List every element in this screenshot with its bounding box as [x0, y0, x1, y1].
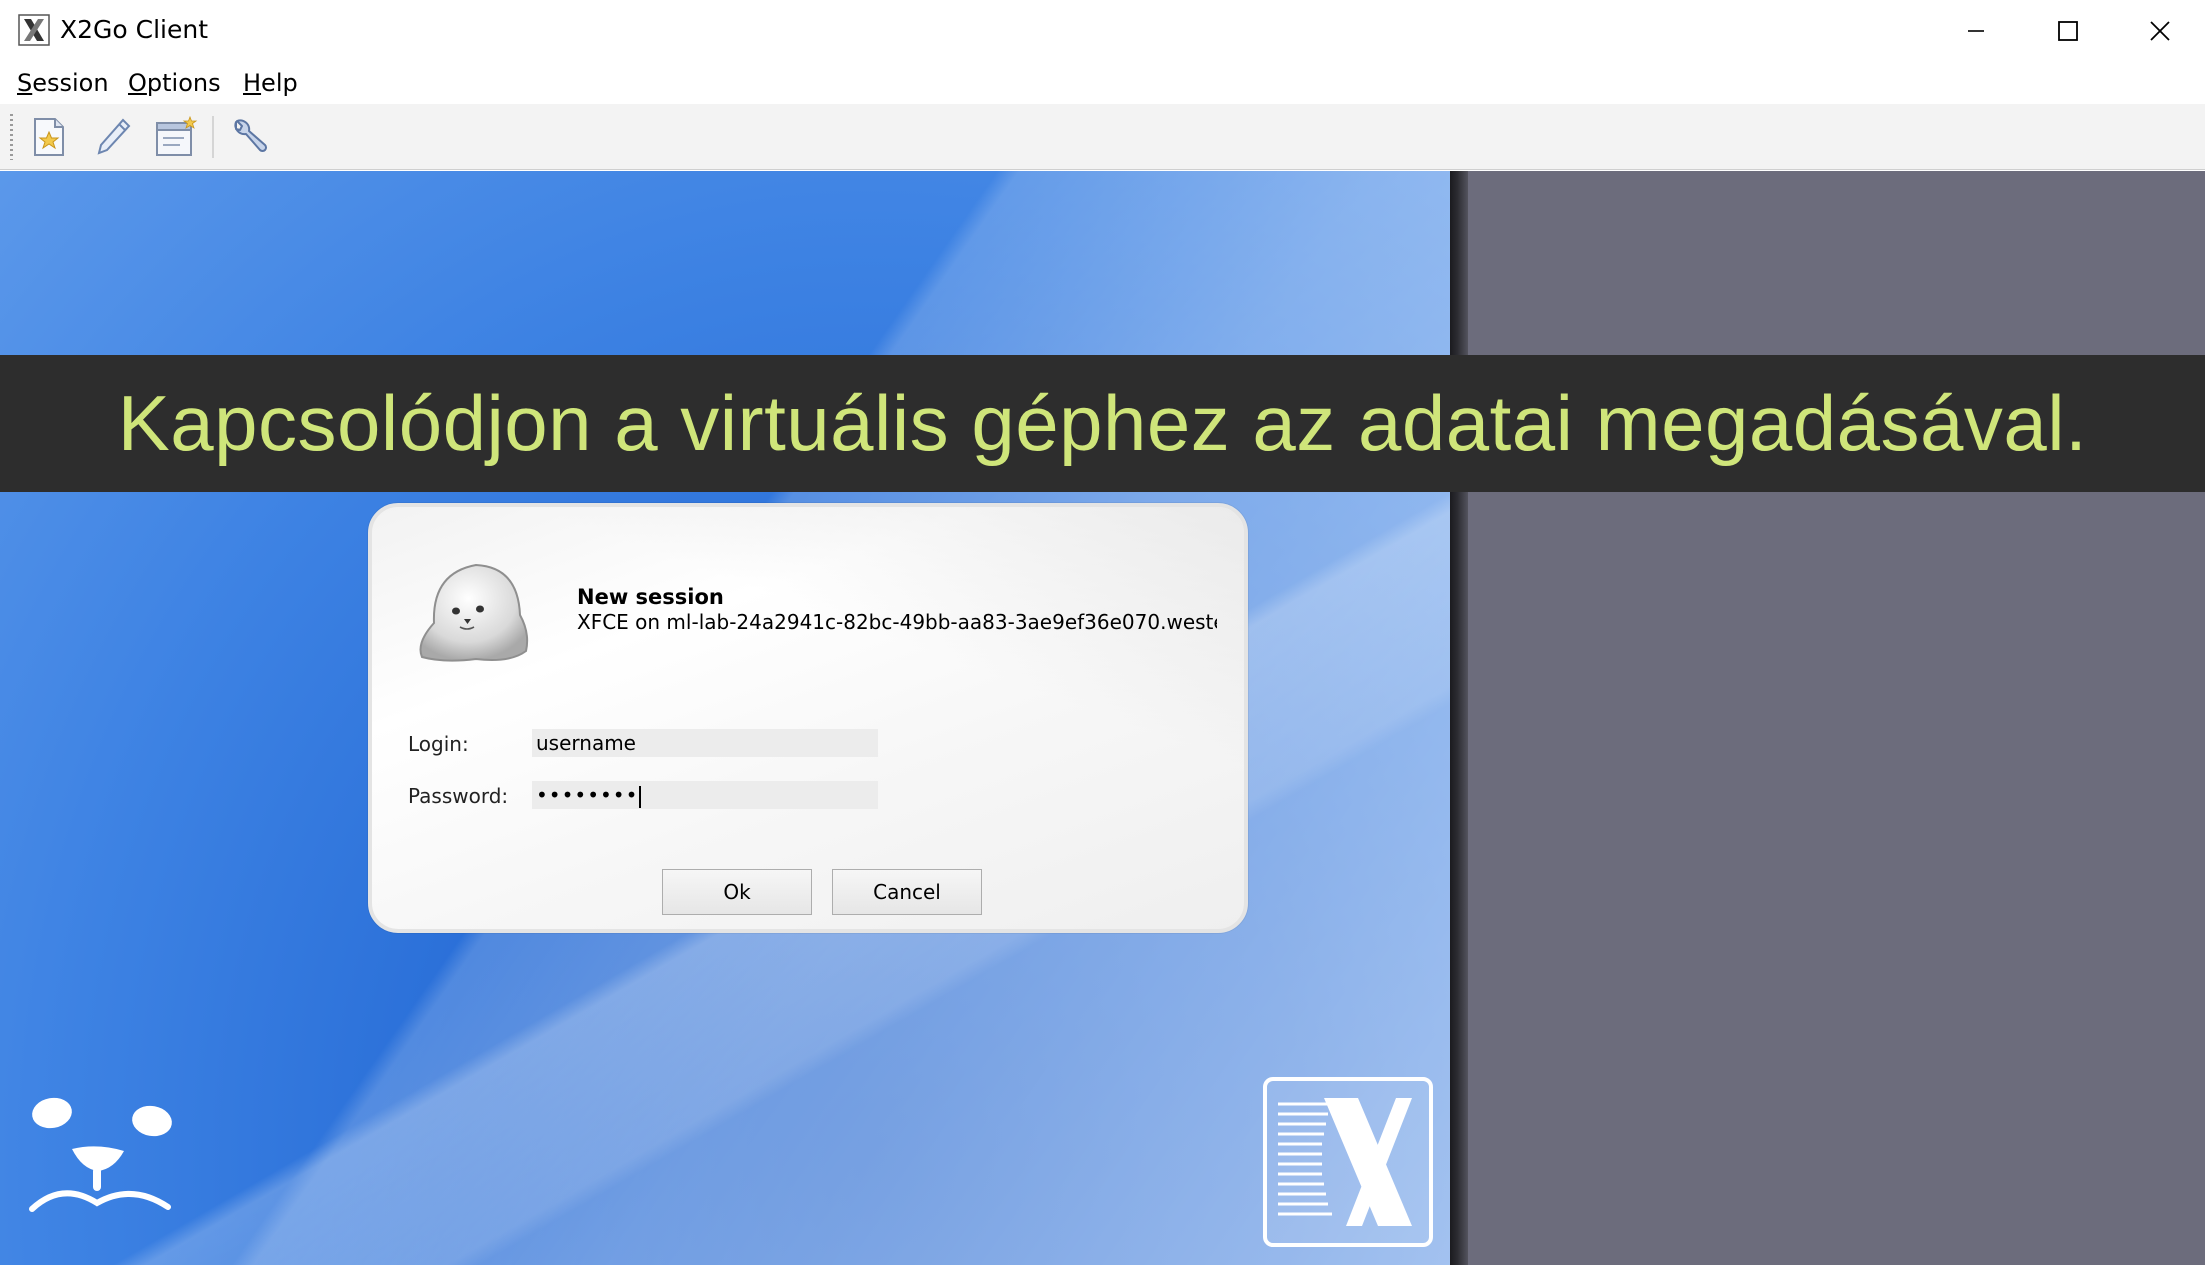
login-label: Login: — [408, 732, 469, 756]
seal-face-logo-icon — [22, 1091, 182, 1231]
session-title: New session — [577, 585, 724, 609]
cancel-button[interactable]: Cancel — [832, 869, 982, 915]
ok-button[interactable]: Ok — [662, 869, 812, 915]
window-title: X2Go Client — [60, 15, 209, 44]
minimize-icon[interactable] — [1930, 0, 2022, 62]
login-dialog: New session XFCE on ml-lab-24a2941c-82bc… — [368, 503, 1248, 933]
pane-splitter[interactable] — [1450, 171, 1468, 1265]
settings-wrench-icon[interactable] — [224, 112, 274, 162]
close-icon[interactable] — [2114, 0, 2205, 62]
x2go-app-icon — [18, 14, 50, 46]
menu-help[interactable]: Help — [243, 66, 298, 100]
caption-text: Kapcsolódjon a virtuális géphez az adata… — [117, 379, 2088, 467]
edit-session-icon[interactable] — [88, 112, 138, 162]
login-input[interactable] — [532, 729, 878, 757]
password-mask: •••••••• — [536, 783, 639, 807]
toolbar — [0, 104, 2205, 170]
new-session-icon[interactable] — [24, 112, 74, 162]
x2go-x-logo-icon — [1262, 1076, 1434, 1248]
toolbar-grip[interactable] — [10, 114, 13, 160]
menu-options[interactable]: Options — [128, 66, 221, 100]
toolbar-separator — [212, 116, 214, 158]
maximize-icon[interactable] — [2022, 0, 2114, 62]
title-bar: X2Go Client — [0, 0, 2205, 62]
password-input[interactable]: •••••••• — [532, 781, 878, 809]
menu-bar: Session Options Help — [0, 62, 2205, 104]
session-manager-icon[interactable] — [151, 112, 201, 162]
caption-banner: Kapcsolódjon a virtuális géphez az adata… — [0, 355, 2205, 492]
menu-session[interactable]: Session — [17, 66, 109, 100]
password-label: Password: — [408, 784, 509, 808]
side-pane — [1468, 171, 2205, 1265]
seal-avatar-icon — [414, 553, 538, 669]
session-host: XFCE on ml-lab-24a2941c-82bc-49bb-aa83-3… — [577, 610, 1217, 634]
text-caret — [639, 785, 642, 808]
